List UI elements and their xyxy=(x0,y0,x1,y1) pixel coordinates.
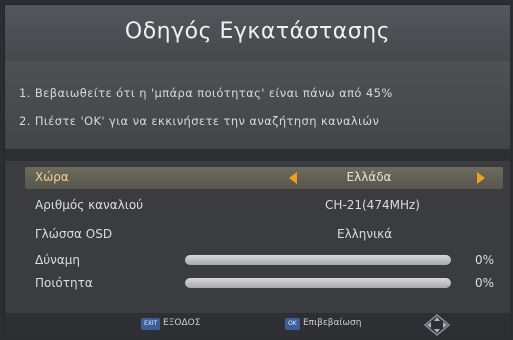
signal-strength-bar xyxy=(185,255,451,265)
instruction-line-1: 1. Βεβαιωθείτε ότι η 'μπάρα ποιότητας' ε… xyxy=(19,86,393,100)
signal-quality-label: Ποιότητα xyxy=(35,276,93,290)
setting-channel-number[interactable]: Αριθμός καναλιού CH-21(474MHz) xyxy=(25,195,503,217)
osd-language-value: Ελληνικά xyxy=(337,227,393,241)
footer-bar: EXIT ΕΞΟΔΟΣ OK Επιβεβαίωση xyxy=(5,313,510,337)
signal-quality-percent: 0% xyxy=(475,276,495,290)
left-arrow-icon[interactable] xyxy=(289,172,297,184)
ok-key-icon[interactable]: OK xyxy=(285,318,300,330)
divider xyxy=(5,149,510,161)
setting-country[interactable]: Χώρα Ελλάδα xyxy=(25,167,503,189)
signal-quality-bar xyxy=(185,278,451,288)
right-arrow-icon[interactable] xyxy=(477,172,485,184)
exit-label[interactable]: ΕΞΟΔΟΣ xyxy=(163,318,200,328)
signal-strength-percent: 0% xyxy=(475,253,495,267)
setting-osd-language[interactable]: Γλώσσα OSD Ελληνικά xyxy=(25,224,503,246)
signal-quality-row: Ποιότητα 0% xyxy=(25,273,503,295)
channel-number-value: CH-21(474MHz) xyxy=(325,198,420,212)
osd-language-label: Γλώσσα OSD xyxy=(35,227,113,241)
country-value: Ελλάδα xyxy=(346,170,392,184)
title-bar: Οδηγός Εγκατάστασης xyxy=(5,5,510,61)
country-label: Χώρα xyxy=(35,170,69,184)
navigation-dpad-icon xyxy=(423,314,451,336)
instructions-panel: 1. Βεβαιωθείτε ότι η 'μπάρα ποιότητας' ε… xyxy=(5,61,510,149)
signal-strength-row: Δύναμη 0% xyxy=(25,250,503,272)
exit-key-icon[interactable]: EXIT xyxy=(141,318,161,330)
channel-number-label: Αριθμός καναλιού xyxy=(35,198,144,212)
settings-list: Χώρα Ελλάδα Αριθμός καναλιού CH-21(474MH… xyxy=(5,161,510,313)
instruction-line-2: 2. Πιέστε 'OK' για να εκκινήσετε την ανα… xyxy=(19,114,380,128)
confirm-label[interactable]: Επιβεβαίωση xyxy=(303,318,361,328)
page-title: Οδηγός Εγκατάστασης xyxy=(124,19,391,44)
installation-wizard-window: Οδηγός Εγκατάστασης 1. Βεβαιωθείτε ότι η… xyxy=(4,4,510,337)
signal-strength-label: Δύναμη xyxy=(35,253,81,267)
